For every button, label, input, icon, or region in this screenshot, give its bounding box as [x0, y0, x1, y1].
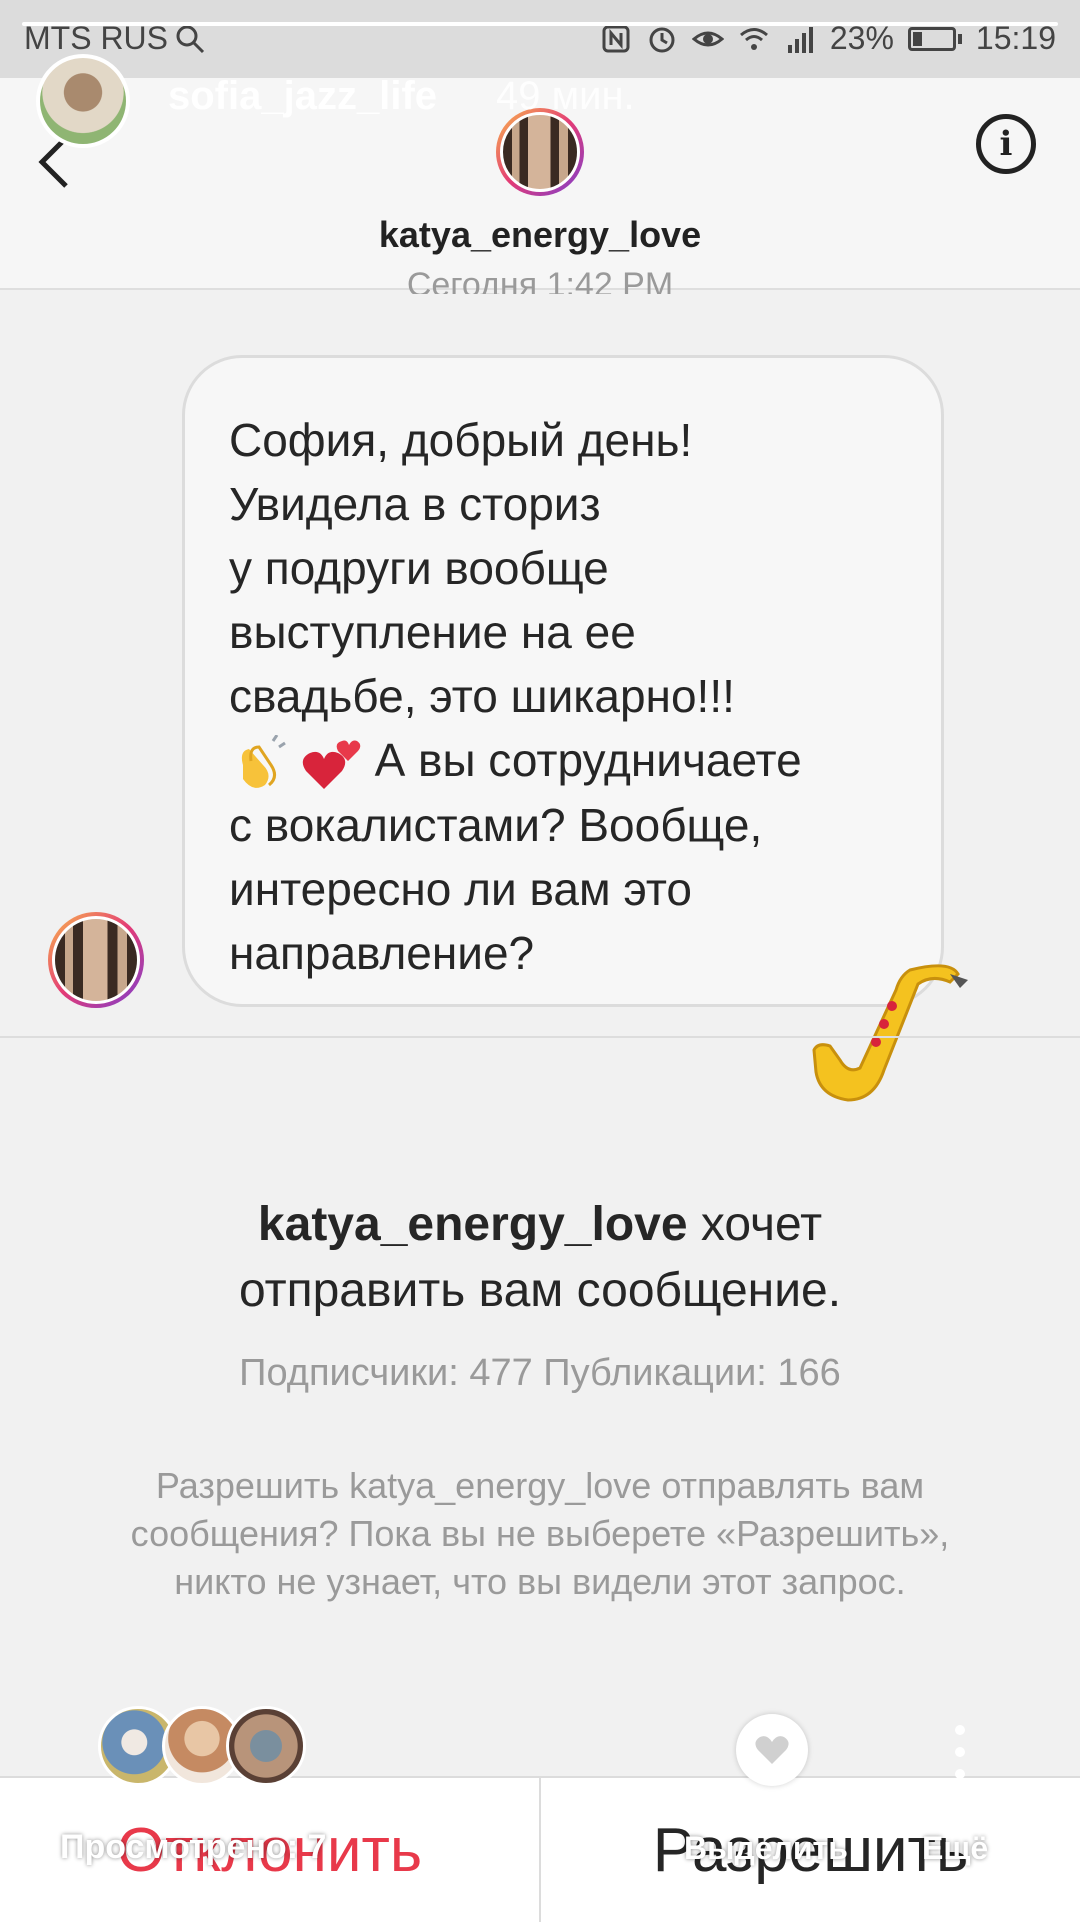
header-username[interactable]: katya_energy_love	[0, 214, 1080, 256]
request-note: Разрешить katya_energy_love отправлять в…	[130, 1465, 950, 1602]
message-line: направление?	[229, 926, 535, 979]
more-label[interactable]: Ещё	[922, 1830, 988, 1867]
clapping-hands-icon	[241, 734, 286, 788]
viewer-avatar	[226, 1706, 306, 1786]
story-progress-bar	[22, 22, 1058, 26]
message-line: Увидела в сториз	[229, 478, 601, 530]
sender-avatar[interactable]	[48, 912, 144, 1008]
heart-icon	[755, 1736, 789, 1764]
request-title-rest: хочет	[700, 1198, 823, 1251]
highlight-label[interactable]: Выделить	[684, 1830, 848, 1867]
divider	[0, 1036, 1080, 1038]
message-bubble[interactable]: София, добрый день! Увидела в сториз у п…	[182, 355, 944, 1007]
message-line: выступление на ее	[229, 606, 636, 658]
saxophone-sticker-icon[interactable]	[800, 950, 970, 1120]
story-username[interactable]: sofia_jazz_life	[168, 74, 437, 119]
message-line: София, добрый день!	[229, 414, 693, 466]
request-title-line-2: отправить вам сообщение.	[238, 1264, 842, 1317]
story-time: 49 мин.	[496, 74, 635, 118]
message-line: А вы сотрудничаете	[374, 734, 802, 786]
account-stats: Подписчики: 477 Публикации: 166	[239, 1352, 841, 1394]
story-avatar[interactable]	[36, 54, 130, 148]
message-line: свадьбе, это шикарно!!!	[229, 670, 735, 722]
message-line-with-emoji: А вы сотрудничаете	[229, 728, 897, 793]
viewer-avatars[interactable]	[98, 1706, 318, 1786]
message-line: с вокалистами? Вообще,	[229, 798, 763, 851]
more-options-icon[interactable]	[952, 1724, 968, 1780]
battery-icon	[907, 26, 962, 51]
request-username[interactable]: katya_energy_love	[258, 1198, 688, 1251]
highlight-button[interactable]	[736, 1714, 808, 1786]
request-title-line-1: katya_energy_love хочет	[0, 1192, 1080, 1258]
two-hearts-icon	[302, 740, 361, 789]
story-header: sofia_jazz_life 49 мин.	[0, 50, 1080, 150]
message-line: интересно ли вам это	[229, 862, 692, 915]
message-line: у подруги вообще	[229, 542, 609, 594]
request-title: katya_energy_love хочет отправить вам со…	[0, 1192, 1080, 1324]
date-separator: Сегодня 1:42 PM	[406, 266, 674, 294]
viewed-count-label[interactable]: Просмотрено: 7	[60, 1828, 326, 1867]
